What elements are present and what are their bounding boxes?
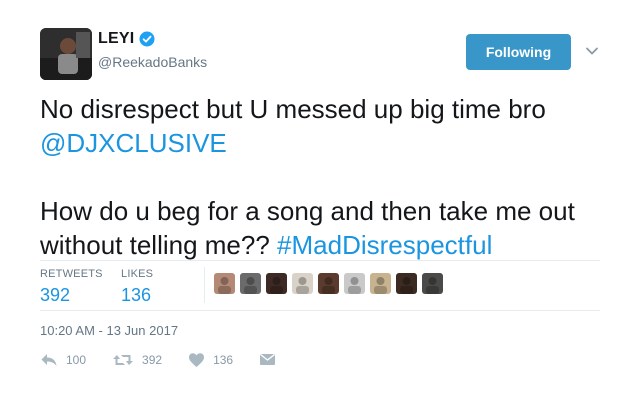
mention-link[interactable]: @DJXCLUSIVE [40, 128, 227, 158]
envelope-icon [259, 353, 276, 367]
chevron-down-icon[interactable] [585, 44, 599, 58]
direct-message-button[interactable] [259, 353, 276, 367]
likes-count[interactable]: 136 [121, 285, 153, 306]
reply-button[interactable]: 100 [40, 352, 86, 368]
retweet-button[interactable]: 392 [112, 352, 162, 368]
likes-label: LIKES [121, 268, 154, 280]
verified-badge-icon [139, 31, 155, 47]
liker-avatar-4[interactable] [292, 273, 313, 294]
reply-icon [40, 352, 58, 368]
retweets-label: RETWEETS [40, 268, 103, 280]
retweet-count: 392 [142, 353, 163, 367]
liker-avatar-6[interactable] [344, 273, 365, 294]
tweet-text: No disrespect but U messed up big time b… [40, 92, 610, 262]
retweets-stat[interactable]: RETWEETS 392 [40, 268, 103, 306]
liker-avatar-1[interactable] [214, 273, 235, 294]
divider [40, 260, 600, 261]
liker-avatar-2[interactable] [240, 273, 261, 294]
retweet-icon [112, 352, 134, 368]
like-count: 136 [213, 353, 234, 367]
like-button[interactable]: 136 [188, 352, 233, 368]
profile-avatar[interactable] [40, 28, 92, 80]
hashtag-link[interactable]: #MadDisrespectful [277, 230, 492, 260]
liker-avatar-9[interactable] [422, 273, 443, 294]
tweet-line-1: No disrespect but U messed up big time b… [40, 94, 546, 124]
user-handle[interactable]: @ReekadoBanks [98, 54, 207, 70]
following-button[interactable]: Following [466, 34, 571, 70]
liker-avatar-8[interactable] [396, 273, 417, 294]
likes-stat[interactable]: LIKES 136 [121, 268, 153, 306]
retweets-count[interactable]: 392 [40, 285, 103, 306]
divider [40, 310, 600, 311]
liker-avatar-7[interactable] [370, 273, 391, 294]
stats-divider [204, 267, 205, 303]
heart-icon [188, 352, 205, 368]
liker-avatar-5[interactable] [318, 273, 339, 294]
reply-count: 100 [66, 353, 87, 367]
liker-avatar-3[interactable] [266, 273, 287, 294]
tweet-actions: 100 392 136 [40, 352, 302, 368]
tweet-timestamp[interactable]: 10:20 AM - 13 Jun 2017 [40, 323, 178, 338]
display-name[interactable]: LEYI [98, 30, 134, 48]
liker-avatars [214, 273, 443, 294]
